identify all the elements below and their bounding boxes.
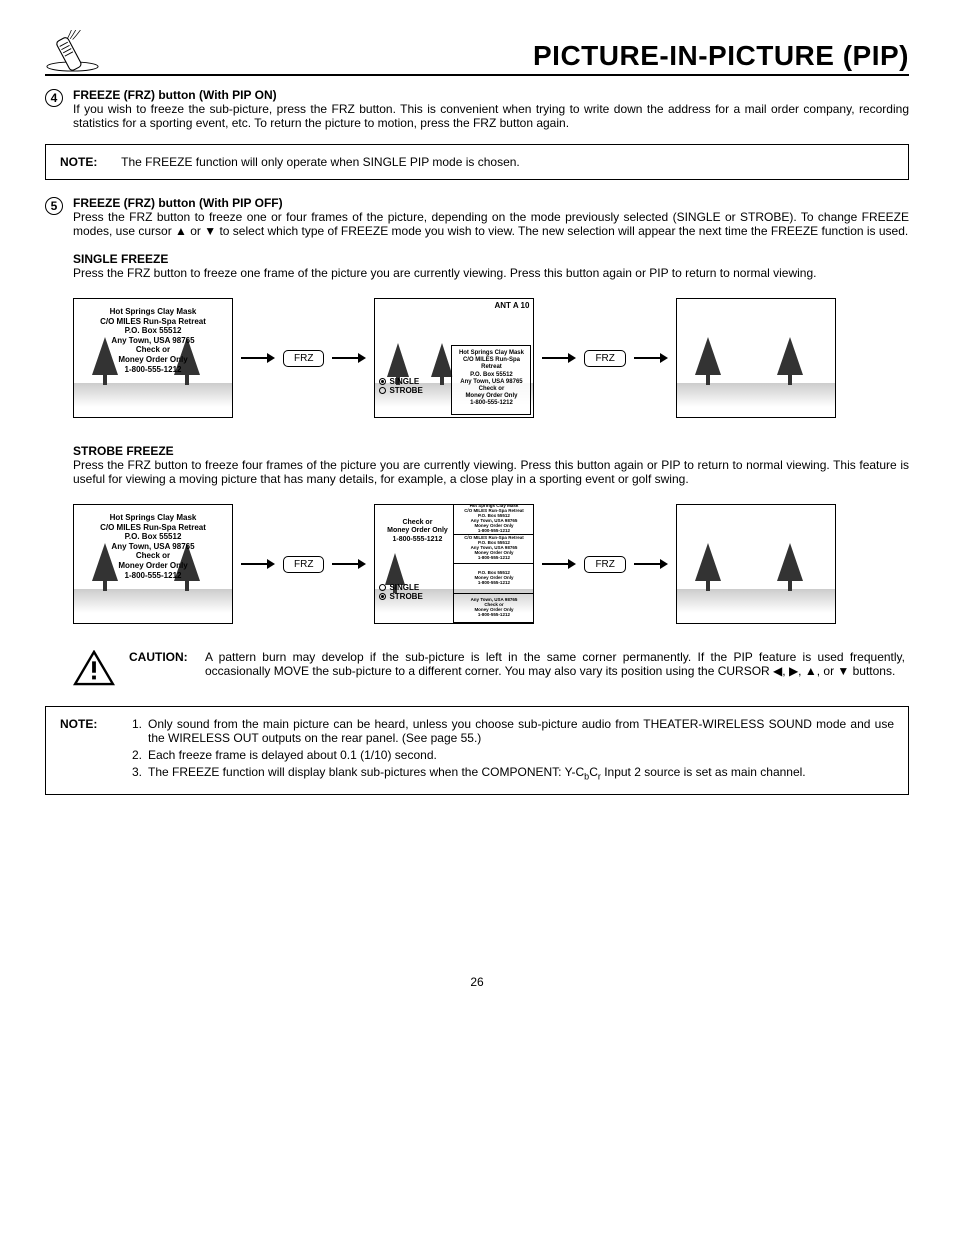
tv-frame bbox=[676, 298, 836, 418]
step-4: 4 FREEZE (FRZ) button (With PIP ON) If y… bbox=[45, 88, 909, 130]
strobe-heading: STROBE FREEZE bbox=[73, 444, 909, 458]
single-body: Press the FRZ button to freeze one frame… bbox=[73, 266, 909, 280]
arrow-icon bbox=[634, 353, 668, 363]
single-freeze-section: SINGLE FREEZE Press the FRZ button to fr… bbox=[73, 252, 909, 280]
step-5: 5 FREEZE (FRZ) button (With PIP OFF) Pre… bbox=[45, 196, 909, 238]
note-text: The FREEZE function will only operate wh… bbox=[121, 155, 520, 169]
tv-frame: Hot Springs Clay MaskC/O MILES Run-Spa R… bbox=[73, 298, 233, 418]
arrow-icon bbox=[542, 559, 576, 569]
antenna-label: ANT A 10 bbox=[494, 301, 529, 310]
arrow-icon bbox=[332, 353, 366, 363]
tv-frame: ANT A 10 Hot Springs Clay MaskC/O MILES … bbox=[374, 298, 534, 418]
page-title: PICTURE-IN-PICTURE (PIP) bbox=[533, 40, 909, 72]
single-heading: SINGLE FREEZE bbox=[73, 252, 909, 266]
note-item-3: The FREEZE function will display blank s… bbox=[148, 765, 806, 781]
note-label: NOTE: bbox=[60, 717, 112, 784]
arrow-icon bbox=[241, 559, 275, 569]
note-box-2: NOTE: 1.Only sound from the main picture… bbox=[45, 706, 909, 795]
mode-selector: SINGLE STROBE bbox=[379, 377, 422, 395]
strobe-strip: Hot Springs Clay MaskC/O MILES Run-Spa R… bbox=[453, 505, 533, 623]
frz-button: FRZ bbox=[283, 556, 324, 573]
warning-icon bbox=[73, 650, 115, 686]
arrow-icon bbox=[241, 353, 275, 363]
frz-button: FRZ bbox=[584, 350, 625, 367]
note-item-2: Each freeze frame is delayed about 0.1 (… bbox=[148, 748, 437, 762]
page-header: PICTURE-IN-PICTURE (PIP) bbox=[45, 30, 909, 76]
arrow-icon bbox=[634, 559, 668, 569]
step-5-heading: FREEZE (FRZ) button (With PIP OFF) bbox=[73, 196, 283, 210]
caution-text: A pattern burn may develop if the sub-pi… bbox=[205, 650, 905, 678]
frz-button: FRZ bbox=[584, 556, 625, 573]
strobe-freeze-section: STROBE FREEZE Press the FRZ button to fr… bbox=[73, 444, 909, 486]
arrow-icon bbox=[542, 353, 576, 363]
step-number: 4 bbox=[45, 89, 63, 107]
step-4-body: If you wish to freeze the sub-picture, p… bbox=[73, 102, 909, 130]
note-box-1: NOTE: The FREEZE function will only oper… bbox=[45, 144, 909, 180]
mode-selector: SINGLE STROBE bbox=[379, 583, 422, 601]
remote-control-icon bbox=[45, 30, 100, 72]
tv-frame: Check orMoney Order Only1-800-555-1212 H… bbox=[374, 504, 534, 624]
strobe-diagram: Hot Springs Clay MaskC/O MILES Run-Spa R… bbox=[73, 504, 909, 624]
caution-block: CAUTION:A pattern burn may develop if th… bbox=[73, 650, 909, 686]
tv-frame bbox=[676, 504, 836, 624]
step-5-body: Press the FRZ button to freeze one or fo… bbox=[73, 210, 909, 238]
caution-label: CAUTION: bbox=[129, 650, 205, 664]
arrow-icon bbox=[332, 559, 366, 569]
strobe-body: Press the FRZ button to freeze four fram… bbox=[73, 458, 909, 486]
page-number: 26 bbox=[45, 975, 909, 989]
tv-frame: Hot Springs Clay MaskC/O MILES Run-Spa R… bbox=[73, 504, 233, 624]
frz-button: FRZ bbox=[283, 350, 324, 367]
note-item-1: Only sound from the main picture can be … bbox=[148, 717, 894, 745]
step-number: 5 bbox=[45, 197, 63, 215]
single-diagram: Hot Springs Clay MaskC/O MILES Run-Spa R… bbox=[73, 298, 909, 418]
step-4-heading: FREEZE (FRZ) button (With PIP ON) bbox=[73, 88, 277, 102]
note-label: NOTE: bbox=[60, 155, 118, 169]
